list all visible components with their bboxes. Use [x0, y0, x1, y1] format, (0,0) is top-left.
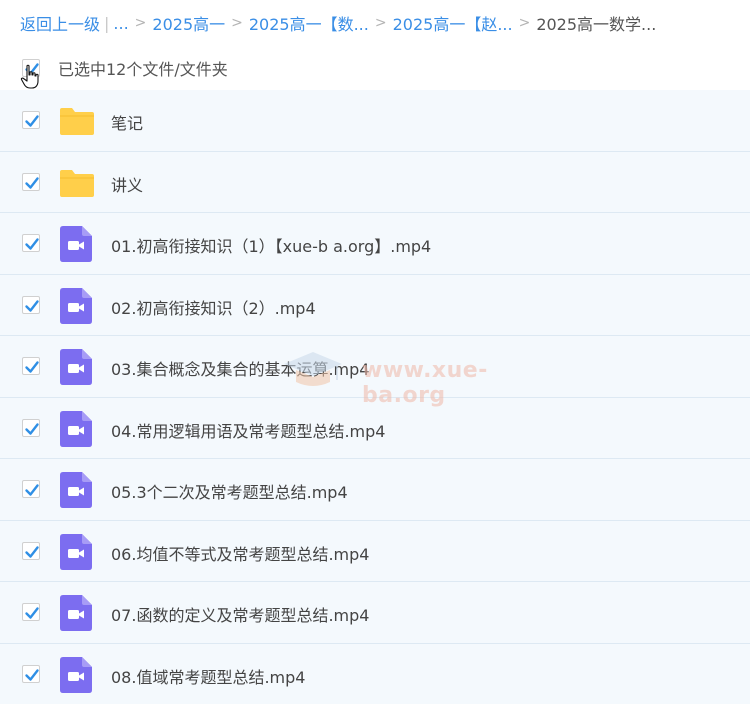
chevron-right-icon: >: [374, 15, 387, 31]
file-row[interactable]: 05.3个二次及常考题型总结.mp4: [0, 459, 750, 521]
file-name[interactable]: 07.函数的定义及常考题型总结.mp4: [111, 602, 369, 626]
breadcrumb-item[interactable]: 2025高一【数...: [249, 11, 369, 35]
back-link[interactable]: 返回上一级: [20, 11, 100, 35]
folder-icon: [60, 169, 94, 197]
breadcrumb-divider: |: [104, 13, 110, 33]
video-file-icon: [60, 287, 92, 324]
hand-cursor-icon: [20, 64, 39, 89]
breadcrumb-item[interactable]: 2025高一: [152, 11, 225, 35]
file-row[interactable]: 讲义: [0, 151, 750, 213]
file-row[interactable]: 08.值域常考题型总结.mp4: [0, 643, 750, 704]
video-file-icon: [60, 656, 92, 693]
video-file-icon: [60, 595, 92, 631]
file-row[interactable]: 02.初高衔接知识（2）.mp4: [0, 274, 750, 336]
file-name[interactable]: 讲义: [111, 172, 143, 196]
file-name[interactable]: 05.3个二次及常考题型总结.mp4: [111, 479, 348, 503]
folder-icon: [60, 108, 94, 135]
file-row[interactable]: 06.均值不等式及常考题型总结.mp4: [0, 520, 750, 582]
file-name[interactable]: 03.集合概念及集合的基本运算.mp4: [111, 356, 369, 380]
file-row[interactable]: 07.函数的定义及常考题型总结.mp4: [0, 582, 750, 644]
file-row[interactable]: 03.集合概念及集合的基本运算.mp4: [0, 336, 750, 398]
row-checkbox[interactable]: [22, 234, 40, 252]
breadcrumb-item[interactable]: 2025高一【赵...: [393, 11, 513, 35]
row-checkbox[interactable]: [22, 603, 40, 621]
row-checkbox[interactable]: [22, 172, 40, 191]
chevron-right-icon: >: [518, 15, 531, 31]
file-name[interactable]: 06.均值不等式及常考题型总结.mp4: [111, 541, 369, 565]
row-checkbox[interactable]: [22, 541, 40, 560]
video-file-icon: [60, 533, 92, 570]
chevron-right-icon: >: [134, 15, 147, 31]
video-file-icon: [60, 410, 92, 447]
file-row[interactable]: 笔记: [0, 90, 750, 152]
breadcrumb-ellipsis[interactable]: ...: [113, 14, 128, 33]
file-row[interactable]: 04.常用逻辑用语及常考题型总结.mp4: [0, 397, 750, 459]
file-name[interactable]: 04.常用逻辑用语及常考题型总结.mp4: [111, 418, 385, 442]
file-list: 笔记 讲义 01.初高衔接知识（1）【xue-b a.org】.mp4 02.初…: [0, 90, 750, 704]
row-checkbox[interactable]: [22, 418, 40, 437]
row-checkbox[interactable]: [22, 295, 40, 314]
breadcrumb: 返回上一级 | ... > 2025高一 > 2025高一【数... > 202…: [0, 0, 750, 46]
row-checkbox[interactable]: [22, 480, 40, 498]
video-file-icon: [60, 472, 92, 508]
chevron-right-icon: >: [231, 15, 243, 31]
video-file-icon: [60, 226, 92, 262]
file-name[interactable]: 02.初高衔接知识（2）.mp4: [111, 295, 316, 319]
selection-bar: 已选中12个文件/文件夹: [0, 46, 750, 90]
file-row[interactable]: 01.初高衔接知识（1）【xue-b a.org】.mp4: [0, 213, 750, 275]
row-checkbox[interactable]: [22, 664, 40, 683]
selection-summary: 已选中12个文件/文件夹: [58, 60, 228, 79]
file-name[interactable]: 01.初高衔接知识（1）【xue-b a.org】.mp4: [111, 233, 431, 257]
file-name[interactable]: 08.值域常考题型总结.mp4: [111, 664, 305, 688]
breadcrumb-current: 2025高一数学...: [536, 15, 657, 34]
row-checkbox[interactable]: [22, 357, 40, 375]
video-file-icon: [60, 349, 92, 385]
row-checkbox[interactable]: [22, 111, 40, 129]
file-name[interactable]: 笔记: [111, 110, 143, 134]
